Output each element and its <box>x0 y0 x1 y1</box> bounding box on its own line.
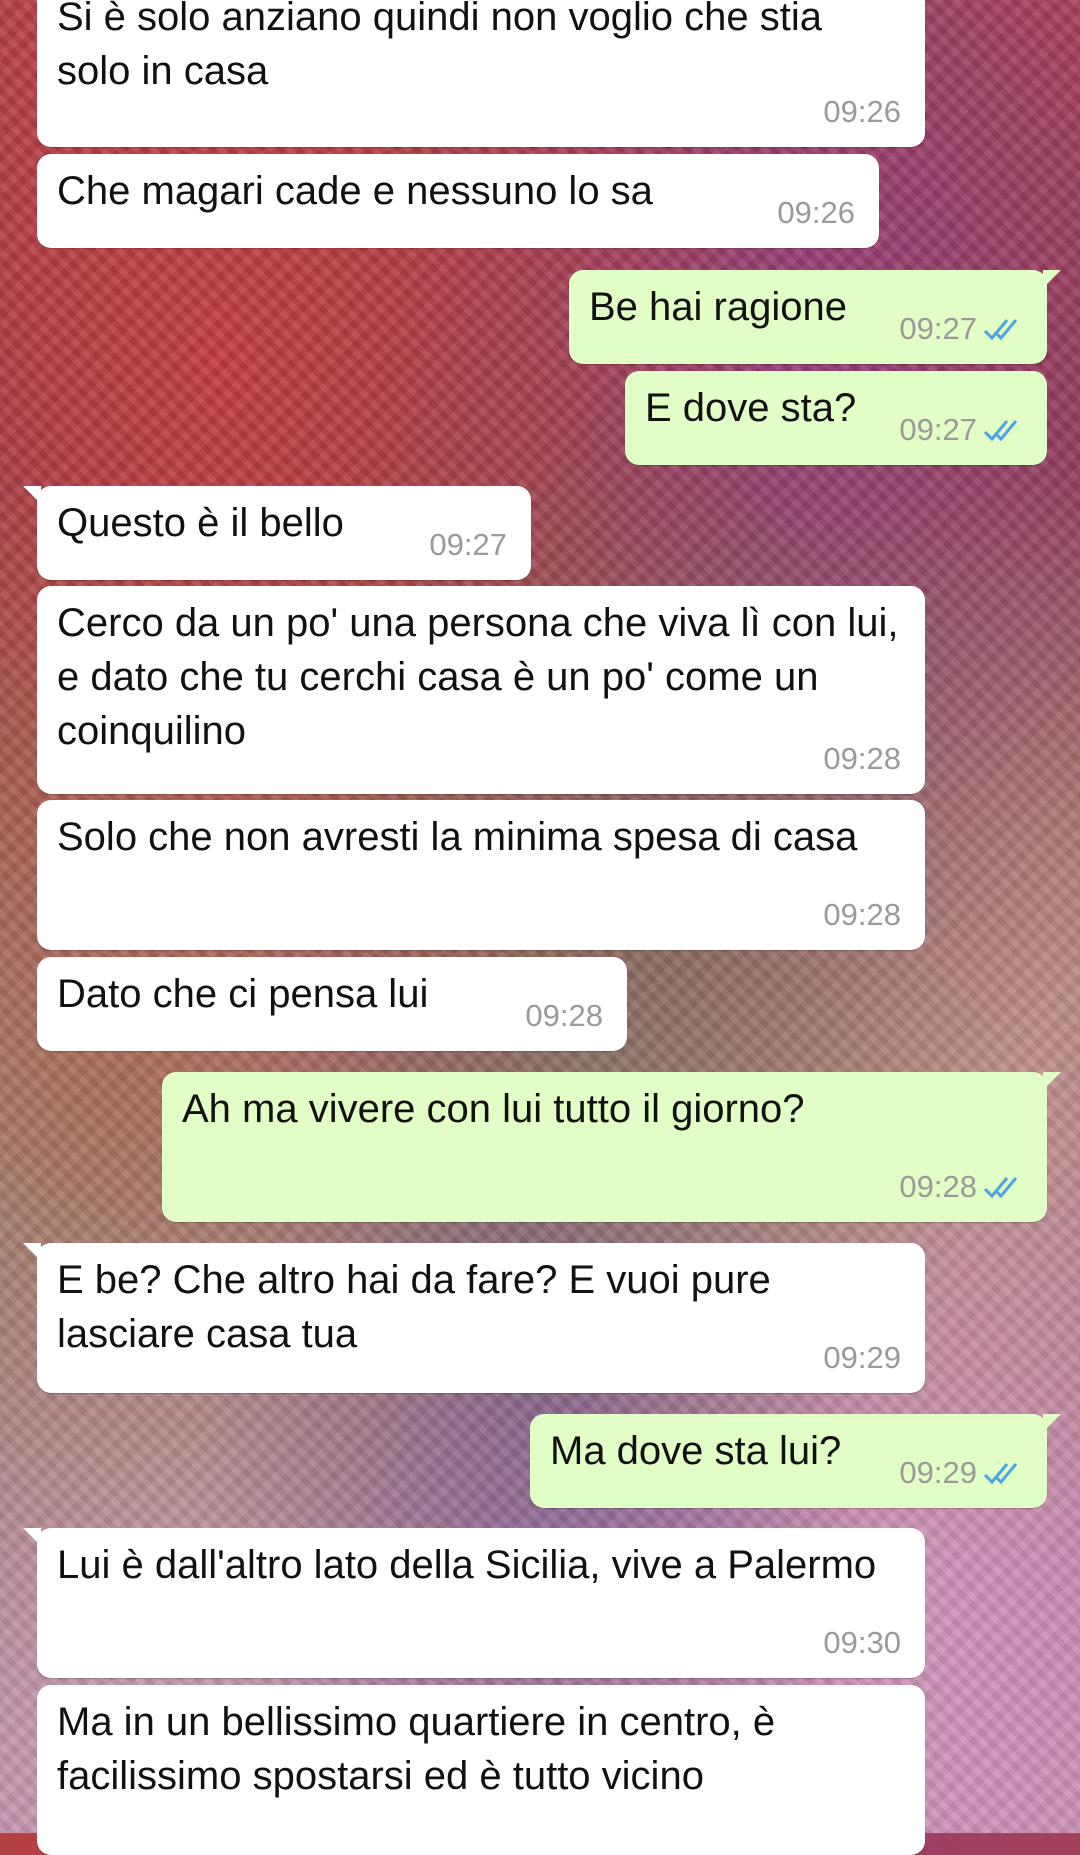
message-bubble-incoming[interactable]: Che magari cade e nessuno lo sa 09:26 <box>37 154 879 248</box>
message-meta: 09:28 <box>899 1160 1023 1214</box>
message-text: Ah ma vivere con lui tutto il giorno? <box>182 1087 805 1131</box>
message-bubble-outgoing[interactable]: Ah ma vivere con lui tutto il giorno? 09… <box>162 1072 1061 1222</box>
message-time: 09:28 <box>899 1169 977 1204</box>
message-time: 09:26 <box>777 195 855 230</box>
message-text: E be? Che altro hai da fare? E vuoi pure… <box>57 1258 771 1356</box>
message-time: 09:28 <box>525 998 603 1033</box>
message-text: Ma in un bellissimo quartiere in centro,… <box>57 1700 776 1798</box>
message-text: Che magari cade e nessuno lo sa <box>57 169 653 213</box>
message-meta: 09:29 <box>823 1331 901 1385</box>
double-check-icon <box>983 1177 1018 1199</box>
message-time: 09:27 <box>899 311 977 346</box>
message-meta: 09:27 <box>429 518 507 572</box>
message-meta: 09:30 <box>823 1616 901 1670</box>
message-time: 09:28 <box>823 741 901 776</box>
message-bubble-outgoing[interactable]: E dove sta? 09:27 <box>625 371 1047 465</box>
message-time: 09:29 <box>899 1455 977 1490</box>
message-bubble-incoming[interactable]: Ma in un bellissimo quartiere in centro,… <box>37 1685 925 1855</box>
message-meta: 09:28 <box>823 888 901 942</box>
message-bubble-outgoing[interactable]: Ma dove sta lui? 09:29 <box>530 1414 1061 1508</box>
message-text: Si è solo anziano quindi non voglio che … <box>57 0 822 93</box>
message-meta: 09:26 <box>777 186 855 240</box>
message-meta: 09:28 <box>525 989 603 1043</box>
message-bubble-incoming[interactable]: Lui è dall'altro lato della Sicilia, viv… <box>23 1528 925 1678</box>
message-time: 09:30 <box>823 1625 901 1660</box>
message-time: 09:28 <box>823 897 901 932</box>
message-time: 09:29 <box>823 1340 901 1375</box>
message-text: Cerco da un po' una persona che viva lì … <box>57 601 899 753</box>
message-bubble-incoming[interactable]: Questo è il bello 09:27 <box>23 486 531 580</box>
message-bubble-incoming[interactable]: E be? Che altro hai da fare? E vuoi pure… <box>23 1243 925 1393</box>
message-meta: 09:27 <box>899 302 1023 356</box>
message-time: 09:27 <box>899 412 977 447</box>
message-text: Solo che non avresti la minima spesa di … <box>57 815 858 859</box>
double-check-icon <box>983 319 1018 341</box>
message-time: 09:27 <box>429 527 507 562</box>
message-meta: 09:26 <box>823 85 901 139</box>
message-bubble-incoming[interactable]: Solo che non avresti la minima spesa di … <box>37 800 925 950</box>
message-bubble-incoming[interactable]: Cerco da un po' una persona che viva lì … <box>37 586 925 794</box>
message-bubble-outgoing[interactable]: Be hai ragione 09:27 <box>569 270 1061 364</box>
message-meta: 09:27 <box>899 403 1023 457</box>
double-check-icon <box>983 420 1018 442</box>
message-meta: 09:28 <box>823 732 901 786</box>
message-meta: 09:29 <box>899 1446 1023 1500</box>
double-check-icon <box>983 1463 1018 1485</box>
message-bubble-incoming[interactable]: Si è solo anziano quindi non voglio che … <box>37 0 925 147</box>
message-text: Lui è dall'altro lato della Sicilia, viv… <box>57 1543 877 1587</box>
message-bubble-incoming[interactable]: Dato che ci pensa lui 09:28 <box>37 957 627 1051</box>
message-time: 09:26 <box>823 94 901 129</box>
